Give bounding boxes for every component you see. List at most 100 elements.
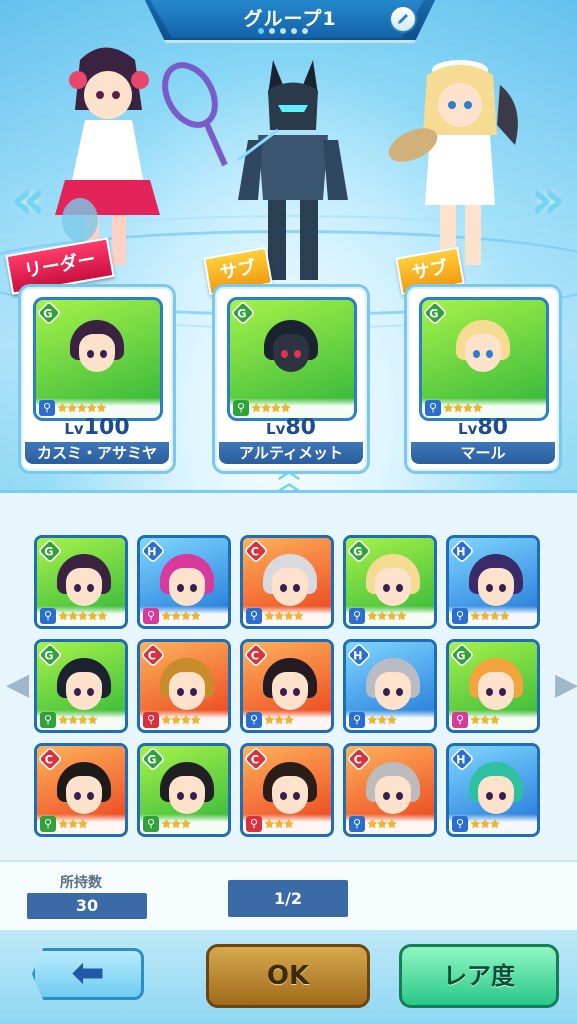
arrow-left-icon: ⬅	[71, 950, 105, 996]
avatar	[366, 762, 420, 822]
card-stats-strip: ⚲ ★★★	[346, 814, 434, 834]
member-stats-strip: ⚲ ★★★★★	[36, 398, 160, 418]
avatar	[70, 320, 124, 380]
page-indicator: 1/2	[228, 880, 348, 917]
racket-icon: ⚲	[425, 400, 441, 416]
sub-character-figure-2[interactable]	[385, 55, 535, 285]
star-rating: ★★★★	[470, 609, 510, 623]
roster-character-card[interactable]: C ⚲ ★★★	[240, 743, 334, 837]
card-stats-strip: ⚲ ★★★★	[140, 606, 228, 626]
card-stats-strip: ⚲ ★★★★★	[37, 606, 125, 626]
star-rating: ★★★★	[367, 609, 407, 623]
avatar	[263, 762, 317, 822]
avatar	[160, 554, 214, 614]
team-slot-leader[interactable]: G ⚲ ★★★★★ Lv100 カスミ・アサミヤ	[18, 284, 176, 474]
page-dot	[280, 28, 286, 34]
member-stats-strip: ⚲ ★★★★	[422, 398, 546, 418]
chevron-right-icon[interactable]: ▶	[555, 660, 577, 710]
team-member-portrait: G ⚲ ★★★★	[227, 297, 357, 421]
star-rating: ★★★	[264, 817, 294, 831]
racket-icon: ⚲	[349, 816, 365, 832]
roster-character-card[interactable]: G ⚲ ★★★	[446, 639, 540, 733]
card-stats-strip: ⚲ ★★★★	[140, 710, 228, 730]
star-rating: ★★★	[470, 817, 500, 831]
roster-character-card[interactable]: H ⚲ ★★★	[343, 639, 437, 733]
racket-icon: ⚲	[143, 712, 159, 728]
star-rating: ★★★★	[161, 713, 201, 727]
racket-icon: ⚲	[452, 608, 468, 624]
ok-button[interactable]: OK	[206, 944, 370, 1008]
card-stats-strip: ⚲ ★★★	[449, 710, 537, 730]
rank-badge: G	[36, 300, 62, 326]
member-level: Lv80	[458, 415, 508, 440]
star-rating: ★★★★	[58, 713, 98, 727]
group-page-indicator	[258, 28, 308, 34]
team-member-portrait: G ⚲ ★★★★	[419, 297, 549, 421]
roster-character-card[interactable]: H ⚲ ★★★★	[446, 535, 540, 629]
character-roster: G ⚲ ★★★★★ H ⚲ ★★★★ C ⚲ ★★★★ G ⚲ ★★★★ H ⚲ ★★★★ G ⚲ ★★★★ C ⚲ ★…	[0, 490, 577, 863]
roster-character-card[interactable]: G ⚲ ★★★	[137, 743, 231, 837]
card-stats-strip: ⚲ ★★★	[243, 710, 331, 730]
roster-character-card[interactable]: C ⚲ ★★★	[343, 743, 437, 837]
racket-icon: ⚲	[349, 712, 365, 728]
avatar	[366, 554, 420, 614]
card-stats-strip: ⚲ ★★★	[346, 710, 434, 730]
roster-character-card[interactable]: H ⚲ ★★★★	[137, 535, 231, 629]
chevron-up-icon[interactable]: ︿ ︿	[264, 461, 314, 495]
star-rating: ★★★★	[251, 401, 291, 415]
roster-character-card[interactable]: C ⚲ ★★★	[240, 639, 334, 733]
avatar	[57, 554, 111, 614]
pencil-icon[interactable]	[389, 5, 417, 33]
racket-icon: ⚲	[143, 816, 159, 832]
star-rating: ★★★★★	[58, 609, 108, 623]
owned-count: 30	[27, 893, 147, 919]
chevron-left-icon[interactable]: ◀	[6, 660, 29, 710]
avatar	[57, 762, 111, 822]
page-dot	[291, 28, 297, 34]
racket-icon: ⚲	[40, 816, 56, 832]
star-rating: ★★★★	[161, 609, 201, 623]
roster-character-card[interactable]: C ⚲ ★★★★	[137, 639, 231, 733]
star-rating: ★★★★	[443, 401, 483, 415]
racket-prop	[150, 60, 230, 170]
racket-icon: ⚲	[40, 712, 56, 728]
star-rating: ★★★	[161, 817, 191, 831]
avatar	[456, 320, 510, 380]
double-chevron-right-icon[interactable]: »	[526, 170, 570, 230]
group-title: グループ1	[243, 8, 337, 30]
avatar	[57, 658, 111, 718]
member-name: マール	[411, 442, 555, 464]
roster-character-card[interactable]: G ⚲ ★★★★★	[34, 535, 128, 629]
double-chevron-left-icon[interactable]: «	[6, 170, 50, 230]
roster-character-card[interactable]: C ⚲ ★★★	[34, 743, 128, 837]
avatar	[469, 658, 523, 718]
star-rating: ★★★	[367, 817, 397, 831]
racket-icon: ⚲	[452, 816, 468, 832]
avatar	[160, 762, 214, 822]
avatar	[264, 320, 318, 380]
team-slot-sub-2[interactable]: G ⚲ ★★★★ Lv80 マール	[404, 284, 562, 474]
back-button[interactable]: ⬅	[32, 948, 144, 1000]
page-dot	[258, 28, 264, 34]
roster-character-card[interactable]: G ⚲ ★★★★	[343, 535, 437, 629]
card-stats-strip: ⚲ ★★★	[37, 814, 125, 834]
team-slot-sub-1[interactable]: G ⚲ ★★★★ Lv80 アルティメット	[212, 284, 370, 474]
roster-character-card[interactable]: G ⚲ ★★★★	[34, 639, 128, 733]
roster-grid: G ⚲ ★★★★★ H ⚲ ★★★★ C ⚲ ★★★★ G ⚲ ★★★★ H ⚲ ★★★★ G ⚲ ★★★★ C ⚲ ★…	[34, 535, 544, 837]
racket-icon: ⚲	[349, 608, 365, 624]
racket-icon: ⚲	[246, 608, 262, 624]
rank-badge: G	[230, 300, 256, 326]
racket-icon: ⚲	[233, 400, 249, 416]
avatar	[469, 762, 523, 822]
rarity-sort-button[interactable]: レア度	[399, 944, 559, 1008]
racket-icon: ⚲	[143, 608, 159, 624]
avatar	[469, 554, 523, 614]
owned-count-label: 所持数	[60, 875, 102, 891]
member-stats-strip: ⚲ ★★★★	[230, 398, 354, 418]
roster-character-card[interactable]: H ⚲ ★★★	[446, 743, 540, 837]
avatar	[263, 554, 317, 614]
card-stats-strip: ⚲ ★★★	[449, 814, 537, 834]
roster-character-card[interactable]: C ⚲ ★★★★	[240, 535, 334, 629]
member-level: Lv80	[266, 415, 316, 440]
avatar	[263, 658, 317, 718]
